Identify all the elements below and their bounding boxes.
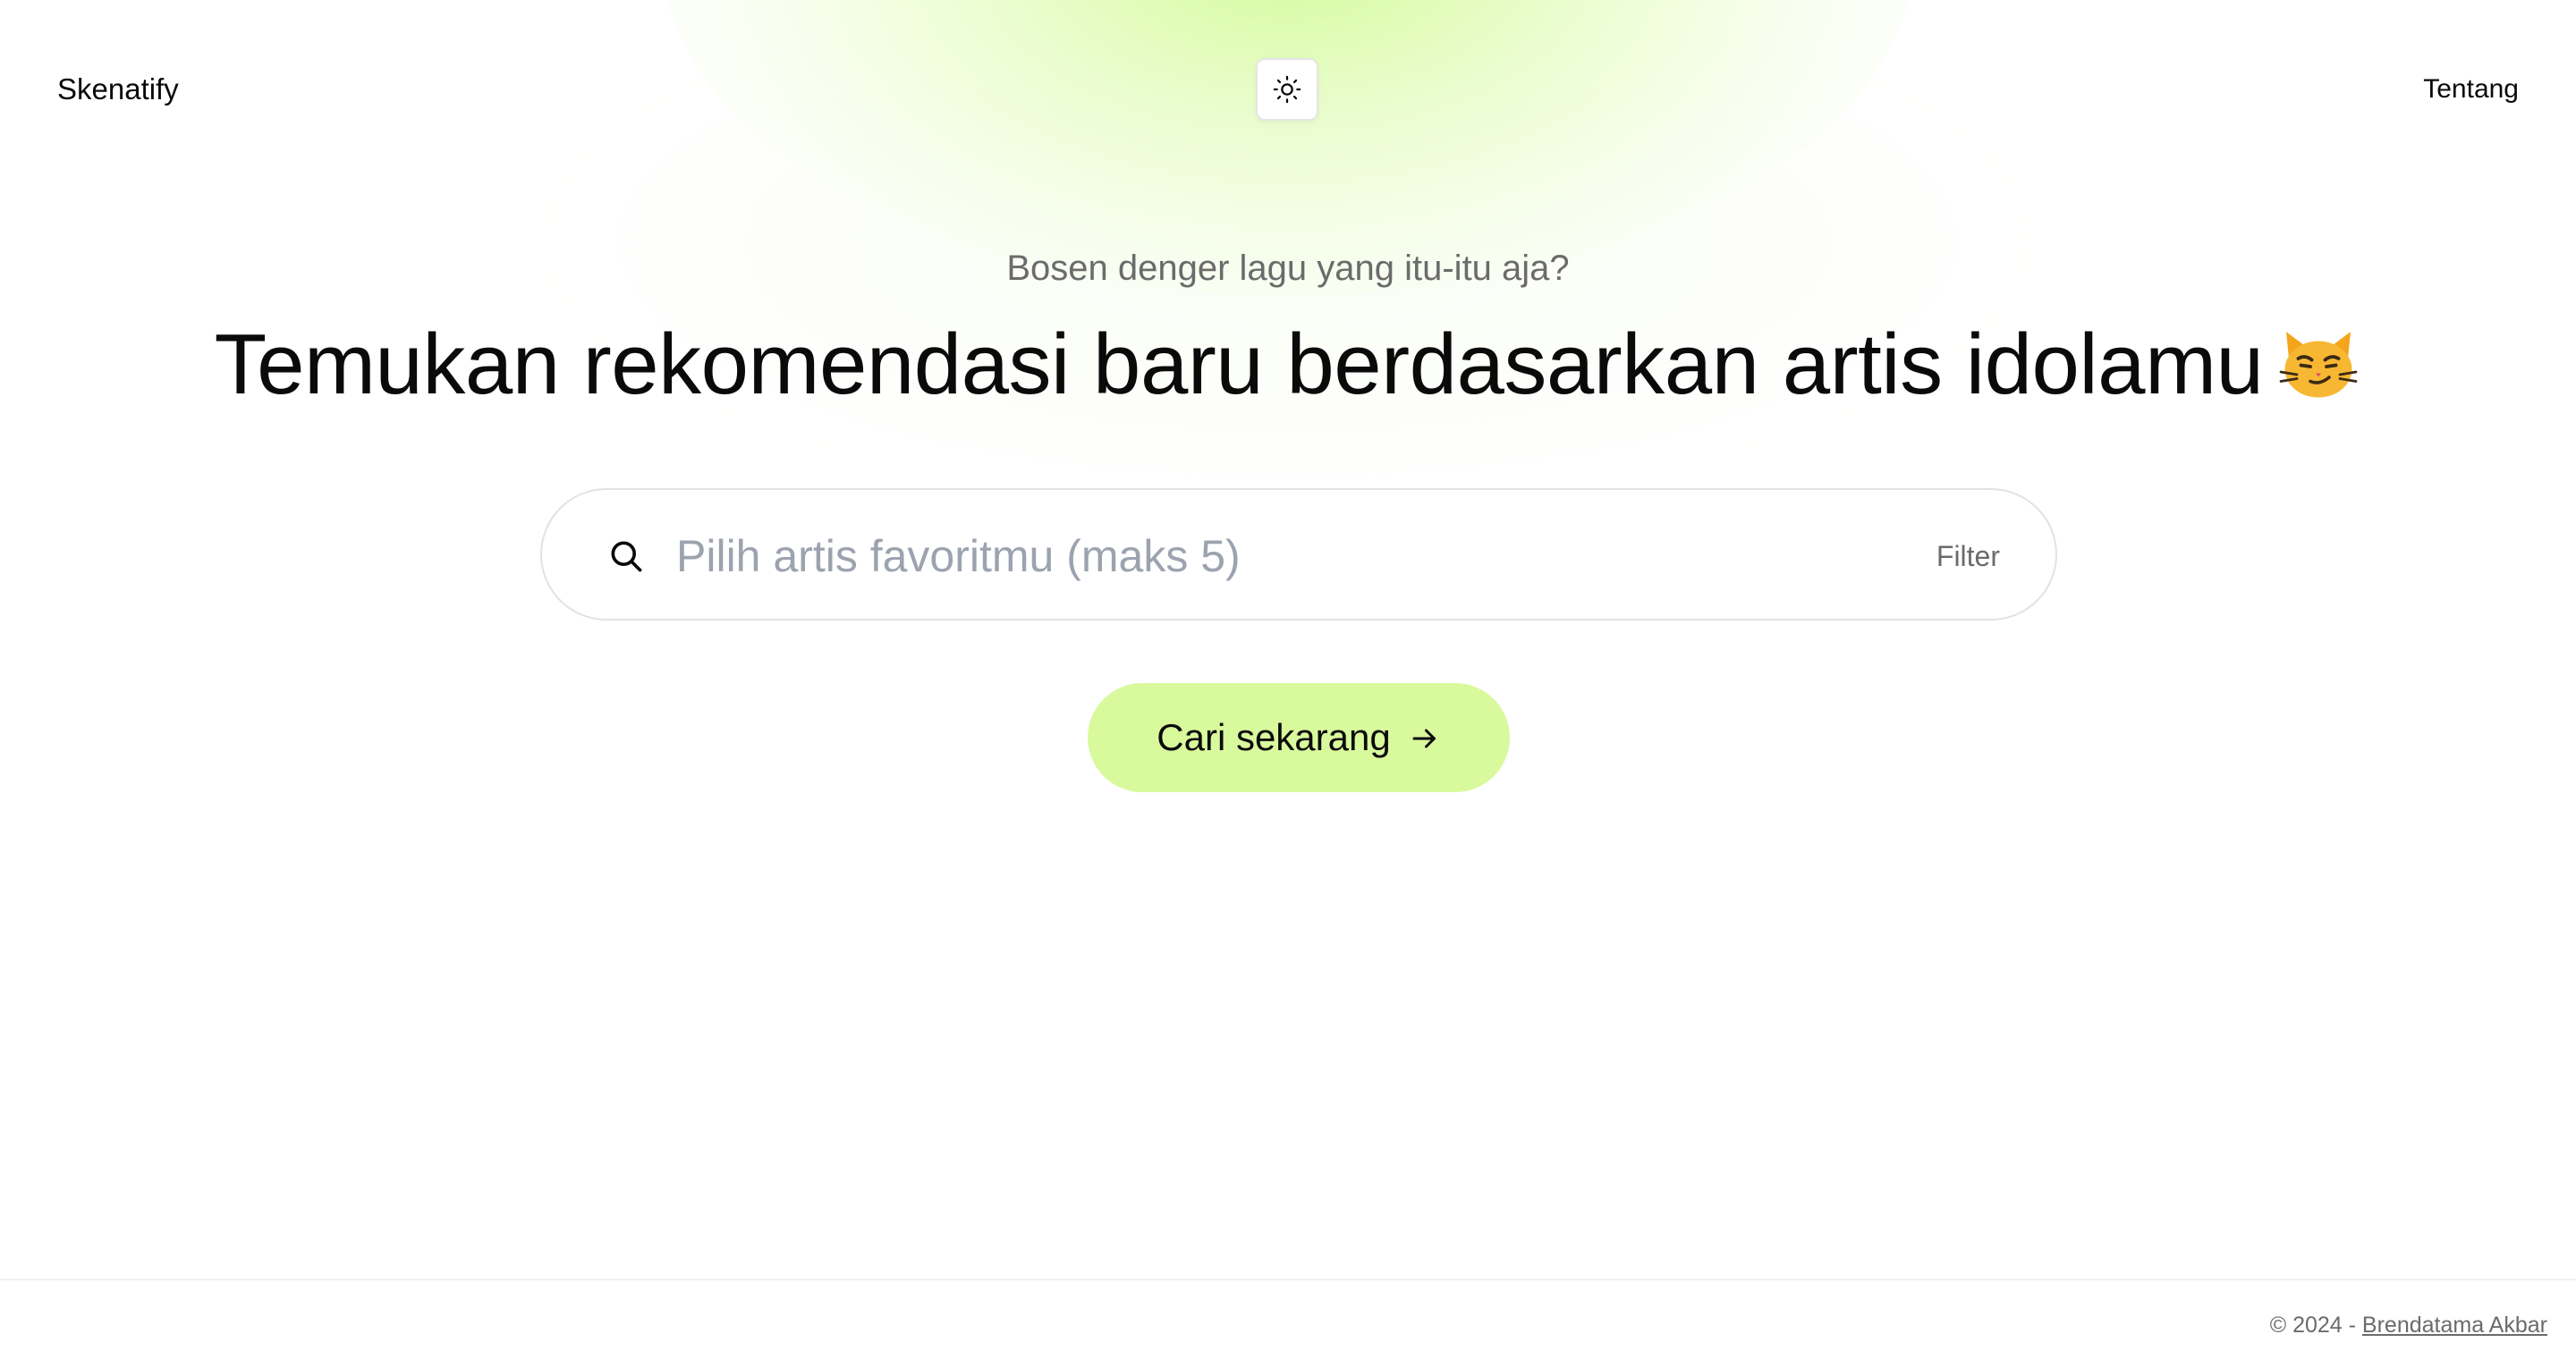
nav-about-link[interactable]: Tentang xyxy=(2423,68,2519,111)
artist-search-box[interactable]: Filter xyxy=(540,488,2057,621)
search-now-button[interactable]: Cari sekarang xyxy=(1088,683,1510,792)
hero-headline-text: Temukan rekomendasi baru berdasarkan art… xyxy=(214,317,2264,412)
hero-subtitle: Bosen denger lagu yang itu-itu aja? xyxy=(1006,249,1570,288)
search-icon xyxy=(611,541,642,572)
hero-headline: Temukan rekomendasi baru berdasarkan art… xyxy=(0,311,2576,418)
filter-button[interactable]: Filter xyxy=(1936,535,2000,578)
search-now-label: Cari sekarang xyxy=(1157,716,1391,758)
arrow-right-icon xyxy=(1412,729,1436,748)
artist-search-input[interactable] xyxy=(676,526,1839,587)
smirking-cat-emoji-icon xyxy=(2280,332,2358,398)
footer: © 2024 - Brendatama Akbar xyxy=(0,1279,2576,1368)
footer-author-link[interactable]: Brendatama Akbar xyxy=(2362,1313,2547,1338)
theme-toggle-button[interactable] xyxy=(1256,58,1318,121)
footer-credit: © 2024 - Brendatama Akbar xyxy=(2270,1307,2547,1343)
footer-copyright: © 2024 - xyxy=(2269,1313,2362,1338)
brand-logo-link[interactable]: Skenatify xyxy=(57,68,179,111)
page: Skenatify Tentang Bosen denger lagu yang… xyxy=(0,0,2576,1368)
sun-icon xyxy=(1273,75,1301,104)
